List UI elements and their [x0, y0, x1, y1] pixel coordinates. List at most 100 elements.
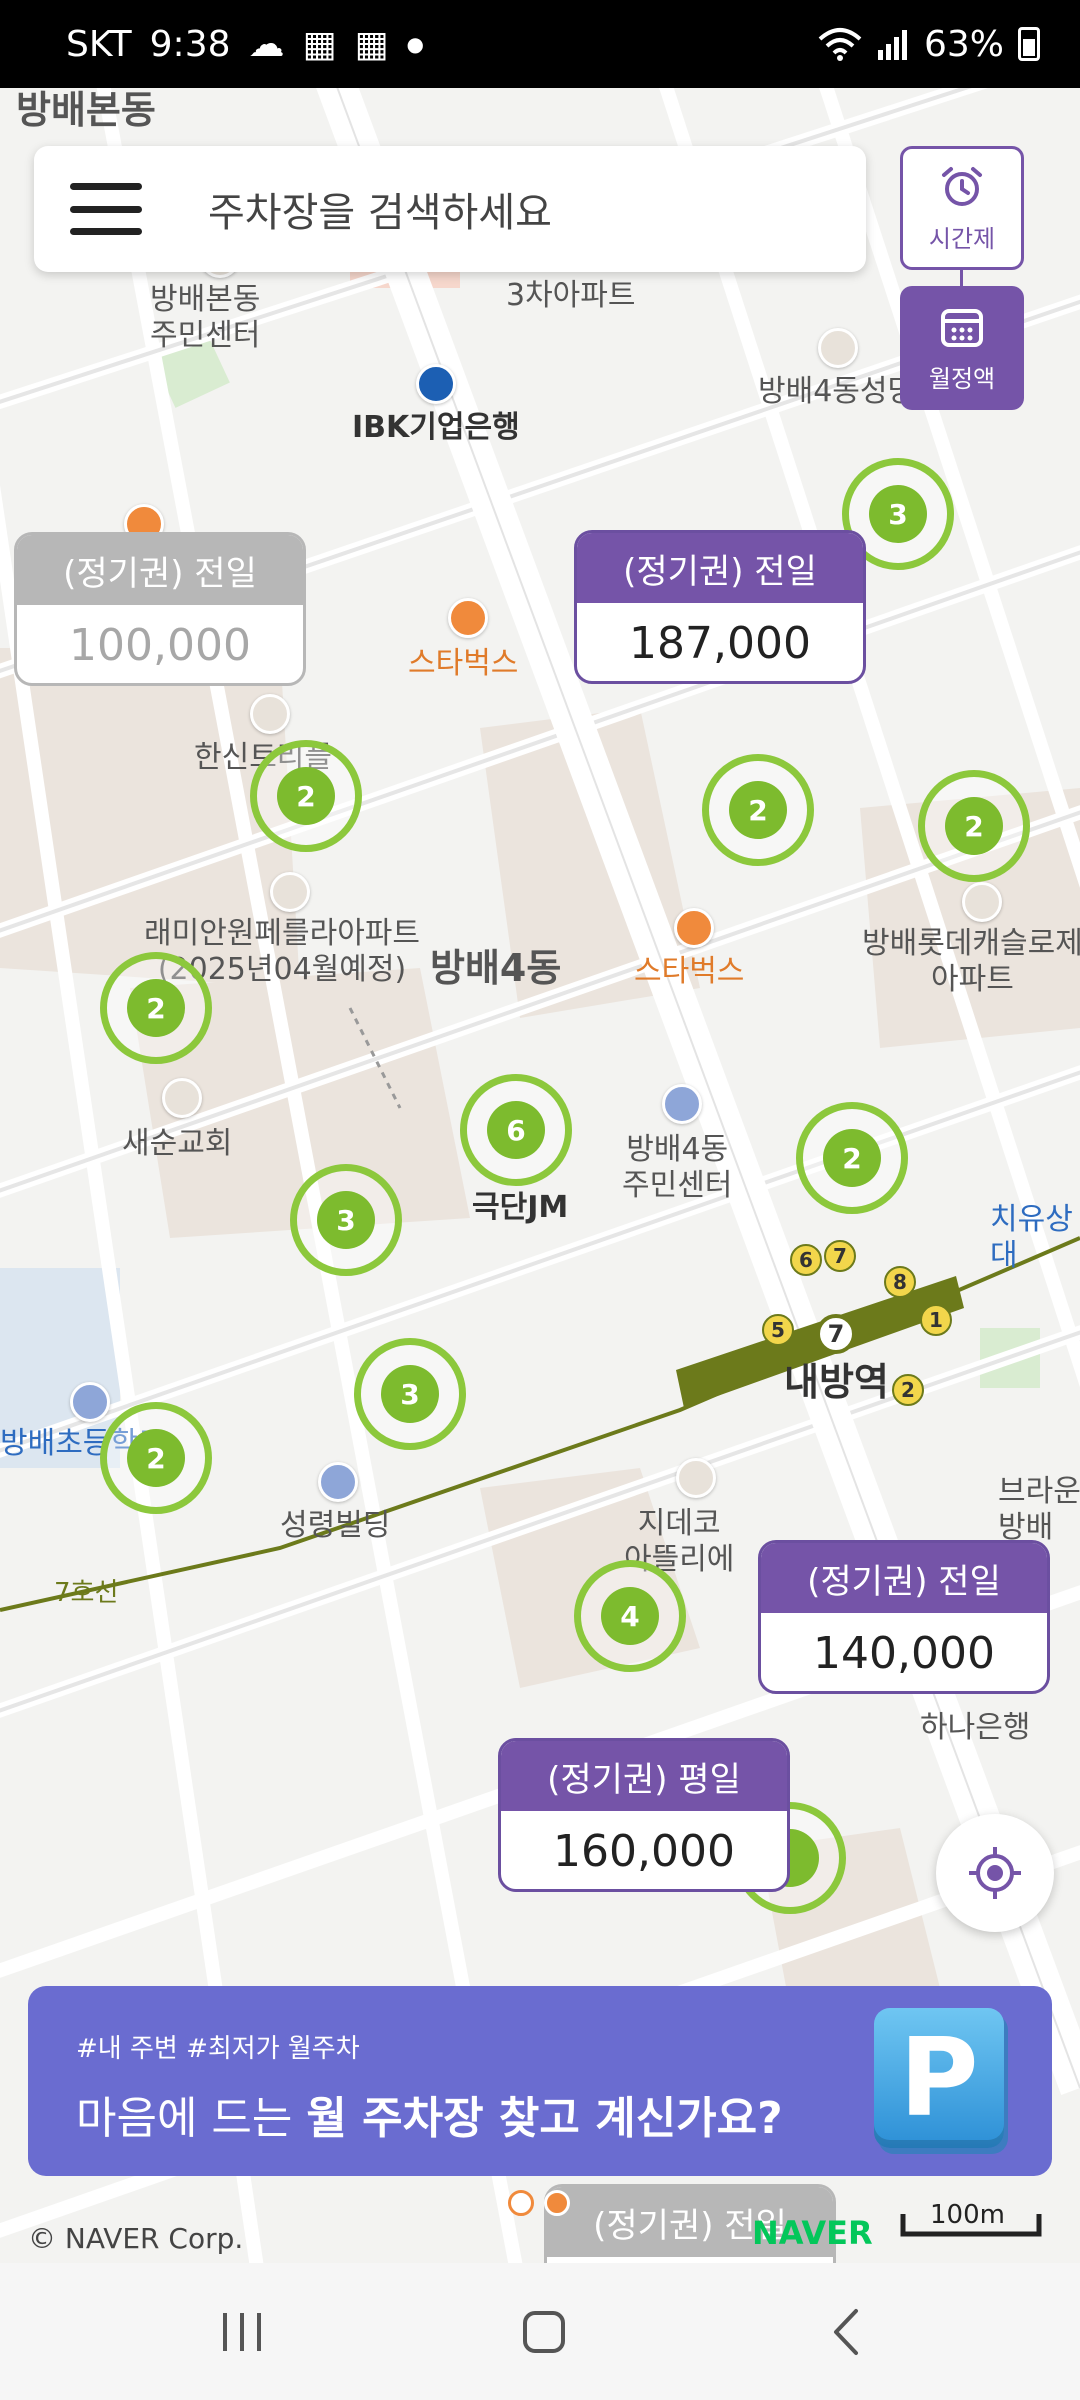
- back-button[interactable]: [776, 2263, 916, 2400]
- cafe-icon: [448, 598, 488, 638]
- status-bar: SKT 9:38 ☁ ▦ ▦ ● 63%: [0, 0, 1080, 88]
- school-icon: [70, 1382, 110, 1422]
- hourly-mode-button[interactable]: 시간제: [900, 146, 1024, 270]
- battery-percent: 63%: [923, 23, 1004, 65]
- map-label-bangbae-bondong: 방배본동: [16, 88, 156, 132]
- monthly-mode-button[interactable]: 월정액: [900, 286, 1024, 410]
- banner-tag: #내 주변 #최저가 월주차: [76, 2034, 360, 2064]
- signal-icon: [877, 30, 907, 60]
- hourly-mode-label: 시간제: [928, 224, 996, 253]
- exit-badge: 2: [892, 1374, 924, 1406]
- parking-cluster[interactable]: 2: [918, 770, 1030, 882]
- cluster-count: 3: [869, 485, 927, 543]
- hamburger-menu-icon[interactable]: [70, 183, 142, 235]
- map-label-bangbae4: 방배4동: [430, 946, 562, 990]
- notification-dot-icon: ●: [406, 32, 424, 56]
- parking-cluster[interactable]: 2: [100, 952, 212, 1064]
- alarm-clock-icon: [942, 166, 982, 206]
- price-marker[interactable]: (정기권) 전일 100,000: [14, 532, 306, 686]
- map-pin-icon-2: [544, 2190, 570, 2216]
- cluster-count: 6: [487, 1101, 545, 1159]
- parking-cluster[interactable]: 2: [100, 1402, 212, 1514]
- parking-cluster[interactable]: 4: [574, 1560, 686, 1672]
- price-marker-type: (정기권) 전일: [17, 535, 303, 605]
- parking-cluster[interactable]: 2: [702, 754, 814, 866]
- map-pin-icon: [508, 2190, 534, 2216]
- map-label-hana-bank: 하나은행: [920, 1710, 1031, 1745]
- map-label-ibk: IBK기업은행: [352, 410, 520, 445]
- cluster-count: 2: [127, 1429, 185, 1487]
- price-marker-value: 187,000: [629, 618, 811, 669]
- apartment-icon-3: [962, 882, 1002, 922]
- map-label-seongnyeong-building: 성령빌딩: [280, 1508, 391, 1543]
- parking-cluster[interactable]: 6: [460, 1074, 572, 1186]
- bank-icon: [416, 364, 456, 404]
- price-marker-type: (정기권) 전일: [577, 533, 863, 603]
- map-label-apartment-3: 3차아파트: [506, 278, 636, 313]
- cluster-count: 2: [277, 767, 335, 825]
- price-marker[interactable]: (정기권) 전일 187,000: [574, 530, 866, 684]
- cluster-count: 2: [823, 1129, 881, 1187]
- price-marker-value: 140,000: [813, 1628, 995, 1679]
- shop-icon: [676, 1458, 716, 1498]
- exit-badge: 6: [790, 1244, 822, 1276]
- parking-cluster[interactable]: 3: [290, 1164, 402, 1276]
- carrier-label: SKT: [66, 23, 132, 65]
- price-marker-value: 160,000: [553, 1826, 735, 1877]
- naver-copyright: © NAVER Corp.: [28, 2222, 244, 2255]
- apartment-icon-2: [270, 872, 310, 912]
- calendar-icon-2: ▦: [354, 23, 389, 65]
- cafe-icon-2: [674, 908, 714, 948]
- building-icon: [318, 1462, 358, 1502]
- government-icon: [662, 1084, 702, 1124]
- calendar-icon: ▦: [302, 23, 337, 65]
- church-icon: [818, 328, 858, 368]
- map-label-starbucks-2: 스타벅스: [634, 954, 745, 989]
- wifi-icon: [818, 28, 862, 61]
- map-label-chiyu: 치유상 대: [990, 1202, 1073, 1273]
- price-marker[interactable]: (정기권) 전일 140,000: [758, 1540, 1050, 1694]
- map-label-brown: 브라운 방배: [998, 1474, 1080, 1545]
- calendar-icon: [941, 308, 983, 347]
- crosshair-icon: [969, 1847, 1021, 1899]
- cluster-count: 2: [127, 979, 185, 1037]
- map-label-starbucks: 스타벅스: [408, 646, 519, 681]
- clock: 9:38: [149, 23, 231, 65]
- banner-headline-prefix: 마음에 드는: [76, 2093, 307, 2144]
- price-marker[interactable]: (정기권) 평일 160,000: [498, 1738, 790, 1892]
- cluster-count: 3: [317, 1191, 375, 1249]
- map-label-community-center: 방배본동 주민센터: [150, 282, 261, 353]
- back-icon: [834, 2308, 858, 2355]
- church-icon-2: [162, 1078, 202, 1118]
- map-view[interactable]: 방배본동 방배본동 주민센터 3차아파트 IBK기업은행 방배4동성당 스타벅스…: [0, 88, 1080, 2263]
- current-location-button[interactable]: [936, 1814, 1054, 1932]
- cluster-count: 4: [601, 1587, 659, 1645]
- search-bar[interactable]: 주차장을 검색하세요: [34, 146, 866, 272]
- map-label-gukdan: 극단JM: [472, 1190, 569, 1225]
- recent-apps-button[interactable]: [172, 2263, 312, 2400]
- parking-cluster[interactable]: 3: [354, 1338, 466, 1450]
- exit-badge: 8: [884, 1266, 916, 1298]
- map-label-line7: 7호선: [54, 1578, 119, 1608]
- exit-badge: 7: [824, 1240, 856, 1272]
- promo-banner[interactable]: #내 주변 #최저가 월주차 마음에 드는 월 주차장 찾고 계신가요? P: [28, 1986, 1052, 2176]
- monthly-mode-label: 월정액: [928, 364, 996, 393]
- map-label-saesoon-church: 새순교회: [122, 1126, 233, 1161]
- home-icon: [523, 2310, 565, 2353]
- exit-badge: 1: [920, 1304, 952, 1336]
- naver-logo: NAVER: [752, 2214, 873, 2252]
- search-input[interactable]: 주차장을 검색하세요: [208, 180, 552, 238]
- price-marker-type: (정기권) 전일: [761, 1543, 1047, 1613]
- banner-headline-strong: 월 주차장 찾고 계신가요?: [306, 2093, 783, 2144]
- map-scale-label: 100m: [930, 2200, 1005, 2230]
- price-marker-value: 100,000: [69, 620, 251, 671]
- map-label-bangbae4-church: 방배4동성당: [758, 374, 916, 409]
- exit-badge: 5: [762, 1314, 794, 1346]
- home-button[interactable]: [474, 2263, 614, 2400]
- battery-icon: [1018, 27, 1040, 61]
- parking-icon: P: [874, 2008, 1004, 2148]
- parking-cluster[interactable]: 2: [250, 740, 362, 852]
- cluster-count: 2: [729, 781, 787, 839]
- cluster-count: 2: [945, 797, 1003, 855]
- parking-cluster[interactable]: 2: [796, 1102, 908, 1214]
